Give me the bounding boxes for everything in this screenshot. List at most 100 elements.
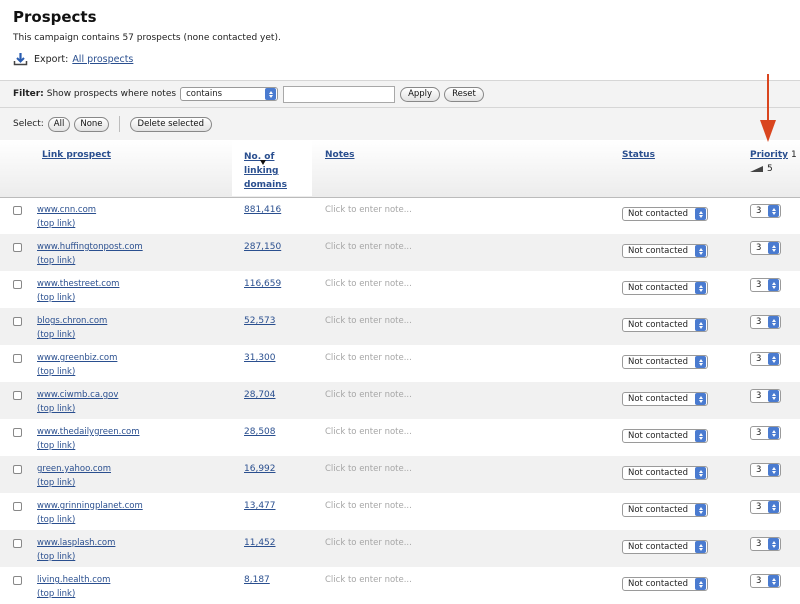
note-editor[interactable]: Click to enter note... [325, 353, 412, 363]
select-spinner-icon [695, 393, 706, 405]
status-select[interactable]: Not contacted [622, 318, 708, 332]
prospect-domain-link[interactable]: www.ciwmb.ca.gov [37, 390, 118, 400]
row-checkbox[interactable] [13, 465, 22, 474]
priority-select[interactable]: 3 [750, 463, 781, 477]
status-select[interactable]: Not contacted [622, 466, 708, 480]
apply-button[interactable]: Apply [400, 86, 441, 102]
linking-domains-count[interactable]: 13,477 [244, 501, 276, 511]
linking-domains-count[interactable]: 31,300 [244, 353, 276, 363]
select-spinner-icon [695, 578, 706, 590]
column-status[interactable]: Status [622, 150, 655, 160]
linking-domains-count[interactable]: 28,704 [244, 390, 276, 400]
status-select[interactable]: Not contacted [622, 577, 708, 591]
linking-domains-count[interactable]: 16,992 [244, 464, 276, 474]
linking-domains-count[interactable]: 28,508 [244, 427, 276, 437]
linking-domains-count[interactable]: 116,659 [244, 279, 281, 289]
status-select[interactable]: Not contacted [622, 503, 708, 517]
top-link[interactable]: (top link) [37, 256, 75, 266]
prospect-domain-link[interactable]: www.thedailygreen.com [37, 427, 140, 437]
select-all-button[interactable]: All [47, 116, 71, 132]
status-select[interactable]: Not contacted [622, 392, 708, 406]
column-notes[interactable]: Notes [325, 150, 354, 160]
priority-ramp-icon [750, 166, 763, 172]
row-checkbox[interactable] [13, 280, 22, 289]
note-editor[interactable]: Click to enter note... [325, 242, 412, 252]
column-linking-domains[interactable]: No. of linking domains [232, 140, 312, 196]
column-linking-domains-label[interactable]: No. of linking domains [244, 150, 287, 192]
row-checkbox[interactable] [13, 502, 22, 511]
priority-select[interactable]: 3 [750, 241, 781, 255]
row-checkbox[interactable] [13, 428, 22, 437]
column-priority[interactable]: Priority [750, 150, 788, 160]
linking-domains-count[interactable]: 52,573 [244, 316, 276, 326]
note-editor[interactable]: Click to enter note... [325, 279, 412, 289]
top-link[interactable]: (top link) [37, 552, 75, 562]
note-editor[interactable]: Click to enter note... [325, 501, 412, 511]
row-checkbox[interactable] [13, 539, 22, 548]
status-select[interactable]: Not contacted [622, 540, 708, 554]
linking-domains-count[interactable]: 881,416 [244, 205, 281, 215]
priority-select[interactable]: 3 [750, 537, 781, 551]
prospect-domain-link[interactable]: www.huffingtonpost.com [37, 242, 143, 252]
status-select[interactable]: Not contacted [622, 244, 708, 258]
priority-select[interactable]: 3 [750, 500, 781, 514]
reset-button[interactable]: Reset [444, 86, 484, 102]
top-link[interactable]: (top link) [37, 367, 75, 377]
top-link[interactable]: (top link) [37, 478, 75, 488]
top-link[interactable]: (top link) [37, 293, 75, 303]
note-editor[interactable]: Click to enter note... [325, 316, 412, 326]
top-link[interactable]: (top link) [37, 441, 75, 451]
status-select[interactable]: Not contacted [622, 207, 708, 221]
status-select[interactable]: Not contacted [622, 355, 708, 369]
prospect-domain-link[interactable]: green.yahoo.com [37, 464, 111, 474]
top-link[interactable]: (top link) [37, 330, 75, 340]
note-editor[interactable]: Click to enter note... [325, 427, 412, 437]
note-editor[interactable]: Click to enter note... [325, 575, 412, 585]
row-checkbox[interactable] [13, 576, 22, 585]
priority-select[interactable]: 3 [750, 204, 781, 218]
prospect-domain-link[interactable]: living.health.com [37, 575, 110, 585]
prospect-domain-link[interactable]: blogs.chron.com [37, 316, 107, 326]
row-checkbox[interactable] [13, 354, 22, 363]
priority-select[interactable]: 3 [750, 389, 781, 403]
note-editor[interactable]: Click to enter note... [325, 464, 412, 474]
linking-domains-count[interactable]: 8,187 [244, 575, 270, 585]
select-spinner-icon [695, 208, 706, 220]
top-link[interactable]: (top link) [37, 589, 75, 599]
prospect-domain-link[interactable]: www.thestreet.com [37, 279, 119, 289]
download-icon[interactable] [13, 52, 28, 66]
priority-value: 3 [756, 576, 762, 586]
row-checkbox[interactable] [13, 243, 22, 252]
status-select[interactable]: Not contacted [622, 281, 708, 295]
row-checkbox[interactable] [13, 391, 22, 400]
prospect-domain-link[interactable]: www.grinningplanet.com [37, 501, 143, 511]
delete-selected-button[interactable]: Delete selected [129, 116, 213, 132]
status-select[interactable]: Not contacted [622, 429, 708, 443]
filter-value-input[interactable] [283, 85, 396, 103]
priority-select[interactable]: 3 [750, 352, 781, 366]
row-checkbox[interactable] [13, 317, 22, 326]
row-checkbox[interactable] [13, 206, 22, 215]
top-link[interactable]: (top link) [37, 219, 75, 229]
prospect-domain-link[interactable]: www.lasplash.com [37, 538, 115, 548]
note-editor[interactable]: Click to enter note... [325, 390, 412, 400]
linking-domains-count[interactable]: 287,150 [244, 242, 281, 252]
note-editor[interactable]: Click to enter note... [325, 538, 412, 548]
status-value: Not contacted [628, 579, 689, 589]
top-link[interactable]: (top link) [37, 515, 75, 525]
priority-select[interactable]: 3 [750, 426, 781, 440]
linking-domains-count[interactable]: 11,452 [244, 538, 276, 548]
prospect-domain-link[interactable]: www.cnn.com [37, 205, 96, 215]
priority-select[interactable]: 3 [750, 278, 781, 292]
export-all-prospects-link[interactable]: All prospects [72, 54, 133, 65]
note-editor[interactable]: Click to enter note... [325, 205, 412, 215]
priority-select[interactable]: 3 [750, 574, 781, 588]
top-link[interactable]: (top link) [37, 404, 75, 414]
status-value: Not contacted [628, 320, 689, 330]
filter-operator-select[interactable]: contains [180, 87, 279, 101]
select-none-button[interactable]: None [74, 116, 109, 132]
toolbar-divider [118, 116, 120, 132]
priority-select[interactable]: 3 [750, 315, 781, 329]
column-link-prospect[interactable]: Link prospect [42, 150, 111, 160]
prospect-domain-link[interactable]: www.greenbiz.com [37, 353, 117, 363]
